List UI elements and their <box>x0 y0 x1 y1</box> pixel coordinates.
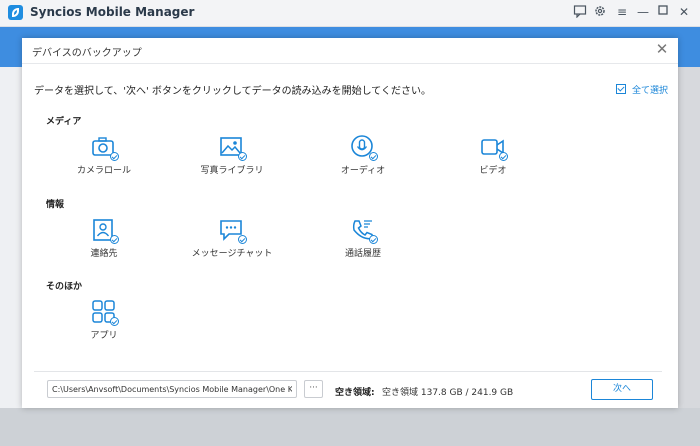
item-label: アプリ <box>90 331 118 341</box>
chat-icon <box>219 218 247 244</box>
dialog-close-icon[interactable]: ✕ <box>654 41 670 57</box>
item-video[interactable]: ビデオ <box>448 135 538 176</box>
free-space-value: 空き領域 137.8 GB / 241.9 GB <box>382 388 514 398</box>
browse-button[interactable]: ··· <box>304 380 323 398</box>
maximize-icon[interactable] <box>655 4 671 20</box>
checked-icon <box>110 317 119 326</box>
item-label: 写真ライブラリ <box>200 166 264 176</box>
item-contacts[interactable]: 連絡先 <box>59 218 149 259</box>
menu-icon[interactable]: ≡ <box>614 4 630 20</box>
minimize-icon[interactable]: — <box>635 4 651 20</box>
select-all-label: 全て選択 <box>632 86 669 96</box>
item-photo-library[interactable]: 写真ライブラリ <box>187 135 277 176</box>
section-title-info: 情報 <box>46 200 65 210</box>
item-apps[interactable]: アプリ <box>59 300 149 341</box>
message-icon[interactable] <box>572 4 588 20</box>
checked-icon <box>369 152 378 161</box>
section-title-other: そのほか <box>46 282 83 292</box>
item-message-chat[interactable]: メッセージチャット <box>187 218 277 259</box>
item-label: メッセージチャット <box>191 249 273 259</box>
microphone-icon <box>350 135 378 161</box>
camera-icon <box>91 135 119 161</box>
dialog-title: デバイスのバックアップ <box>32 48 142 59</box>
phone-icon <box>350 218 378 244</box>
video-icon <box>480 135 508 161</box>
item-label: 連絡先 <box>90 249 118 259</box>
background-panel <box>0 67 22 446</box>
syncios-logo-icon <box>8 5 23 20</box>
free-space-label: 空き領域: <box>335 388 375 398</box>
next-button[interactable]: 次へ <box>591 379 653 400</box>
app-title: Syncios Mobile Manager <box>30 5 195 19</box>
item-audio[interactable]: オーディオ <box>318 135 408 176</box>
item-call-history[interactable]: 通話履歴 <box>318 218 408 259</box>
close-icon[interactable]: ✕ <box>676 4 692 20</box>
section-title-media: メディア <box>46 117 82 127</box>
checked-icon <box>110 235 119 244</box>
checked-icon <box>110 152 119 161</box>
item-label: ビデオ <box>479 166 507 176</box>
checked-icon <box>238 235 247 244</box>
item-camera-roll[interactable]: カメラロール <box>59 135 149 176</box>
item-label: 通話履歴 <box>344 249 381 259</box>
backup-path-input[interactable] <box>47 380 297 398</box>
gear-icon[interactable] <box>592 4 608 20</box>
item-label: オーディオ <box>340 166 386 176</box>
select-all-checkbox[interactable]: 全て選択 <box>616 83 668 96</box>
title-bar: Syncios Mobile Manager ≡ — ✕ <box>0 0 700 27</box>
checkbox-icon <box>616 84 626 94</box>
contacts-icon <box>91 218 119 244</box>
background-footer <box>0 408 700 446</box>
footer-divider <box>34 371 662 372</box>
dialog-header: デバイスのバックアップ ✕ <box>22 38 678 64</box>
image-icon <box>219 135 247 161</box>
instruction-text: データを選択して、'次へ' ボタンをクリックしてデータの読み込みを開始してくださ… <box>34 86 431 97</box>
checked-icon <box>238 152 247 161</box>
checked-icon <box>369 235 378 244</box>
checked-icon <box>499 152 508 161</box>
apps-icon <box>91 300 119 326</box>
item-label: カメラロール <box>76 166 131 176</box>
backup-dialog: デバイスのバックアップ ✕ データを選択して、'次へ' ボタンをクリックしてデー… <box>22 38 678 408</box>
